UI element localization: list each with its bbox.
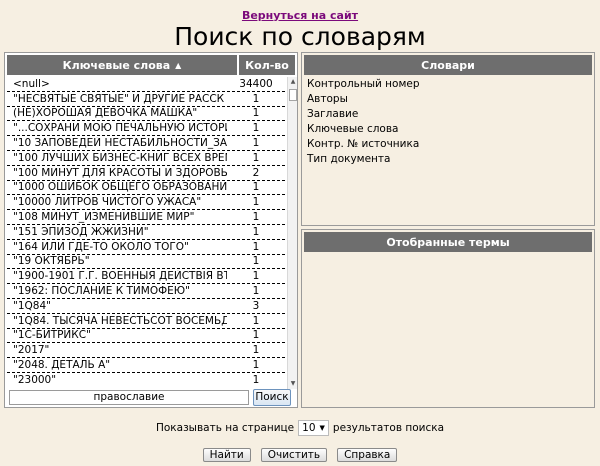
keyword-cell: "10000 ЛИТРОВ ЧИСТОГО УЖАСА" (13, 196, 202, 209)
count-cell: 1 (252, 151, 260, 164)
keyword-search-input[interactable]: православие (9, 390, 249, 405)
count-cell: 1 (252, 314, 260, 327)
per-page-select[interactable]: 10 ▼ (298, 420, 329, 436)
table-row[interactable]: "1С-БИТРИКС" 1 (7, 329, 285, 344)
table-row[interactable]: "23000" 1 (7, 373, 285, 387)
count-column-header[interactable]: Кол-во (239, 55, 295, 75)
count-cell: 1 (252, 255, 260, 268)
keyword-cell: "2048. ДЕТАЛЬ А" (13, 358, 111, 371)
dictionary-item[interactable]: Контр. № источника (307, 137, 420, 152)
table-row[interactable]: "100 МИНУТ ДЛЯ КРАСОТЫ И ЗДОРОВЬЯ 2 (7, 166, 285, 181)
back-to-site-link[interactable]: Вернуться на сайт (0, 9, 600, 22)
table-row[interactable]: "2017" 1 (7, 343, 285, 359)
scroll-thumb[interactable] (289, 89, 297, 101)
count-cell: 1 (252, 270, 260, 283)
count-cell: 1 (252, 210, 260, 223)
count-cell: 1 (252, 92, 260, 105)
dictionary-item[interactable]: Тип документа (307, 152, 420, 167)
count-cell: 1 (252, 344, 260, 357)
count-cell: 1 (252, 136, 260, 149)
search-button[interactable]: Поиск (253, 389, 291, 406)
table-row[interactable]: "19 ОКТЯБРЬ" 1 (7, 255, 285, 270)
table-row[interactable]: "164 ИЛИ ГДЕ-ТО ОКОЛО ТОГО" 1 (7, 240, 285, 255)
dictionary-item[interactable]: Авторы (307, 92, 420, 107)
count-cell: 2 (252, 166, 260, 179)
help-button[interactable]: Справка (337, 448, 398, 462)
keywords-panel: Ключевые слова ▲ Кол-во <null> 34400 "НЕСВ… (4, 52, 298, 408)
count-cell: 1 (252, 284, 260, 297)
table-row[interactable]: "151 ЭПИЗОД ЖЖИЗНИ" 1 (7, 225, 285, 240)
count-cell: 1 (252, 329, 260, 342)
keyword-cell: "19 ОКТЯБРЬ" (13, 255, 90, 268)
per-page-prefix: Показывать на странице (155, 422, 295, 434)
per-page-value: 10 (302, 422, 316, 434)
selected-terms-panel: Отобранные термы (301, 229, 595, 408)
table-row[interactable]: "1Q84" 3 (7, 299, 285, 314)
clear-button[interactable]: Очистить (260, 448, 328, 462)
find-button[interactable]: Найти (202, 448, 251, 462)
table-row[interactable]: "...СОХРАНИ МОЮ ПЕЧАЛЬНУЮ ИСТОРИ 1 (7, 121, 285, 137)
keyword-cell: "164 ИЛИ ГДЕ-ТО ОКОЛО ТОГО" (13, 240, 189, 253)
keyword-cell: "2017" (13, 344, 50, 357)
table-row[interactable]: <null> 34400 (7, 77, 285, 92)
keyword-cell: "1С-БИТРИКС" (13, 329, 91, 342)
keywords-column-label: Ключевые слова (62, 58, 171, 72)
dictionaries-list: Контрольный номер Авторы Заглавие Ключев… (307, 77, 420, 167)
keywords-list: <null> 34400 "НЕСВЯТЫЕ СВЯТЫЕ" И ДРУГИЕ РА… (7, 77, 285, 387)
table-row[interactable]: "НЕСВЯТЫЕ СВЯТЫЕ" И ДРУГИЕ РАССК 1 (7, 92, 285, 107)
keyword-cell: "1962: ПОСЛАНИЕ К ТИМОФЕЮ" (13, 284, 190, 297)
count-cell: 1 (252, 225, 260, 238)
count-cell: 34400 (239, 77, 273, 90)
table-row[interactable]: "2048. ДЕТАЛЬ А" 1 (7, 358, 285, 373)
count-cell: 1 (252, 358, 260, 371)
keyword-cell: "100 ЛУЧШИХ БИЗНЕС-КНИГ ВСЕХ ВРЕМ (13, 151, 227, 164)
keyword-cell: "1900-1901 Г.Г. ВОЕННЫЯ ДЕЙСТВІЯ ВЪ (13, 270, 227, 283)
count-cell: 1 (252, 196, 260, 209)
keywords-column-header[interactable]: Ключевые слова ▲ (7, 55, 237, 75)
action-buttons: Найти Очистить Справка (0, 448, 600, 462)
dictionaries-panel: Словари Контрольный номер Авторы Заглави… (301, 52, 595, 226)
dictionary-item[interactable]: Контрольный номер (307, 77, 420, 92)
page-title: Поиск по словарям (174, 22, 426, 51)
dictionary-item[interactable]: Заглавие (307, 107, 420, 122)
count-cell: 1 (252, 240, 260, 253)
table-row[interactable]: "1Q84. ТЫСЯЧА НЕВЕСТЬСОТ ВОСЕМЬД 1 (7, 314, 285, 329)
table-row[interactable]: "1000 ОШИБОК ОБЩЕГО ОБРАЗОВАНИЯ 1 (7, 181, 285, 196)
table-row[interactable]: "1900-1901 Г.Г. ВОЕННЫЯ ДЕЙСТВІЯ ВЪ 1 (7, 269, 285, 285)
dictionary-item[interactable]: Ключевые слова (307, 122, 420, 137)
keywords-scrollbar[interactable]: ▲ ▼ (287, 77, 297, 389)
count-cell: 1 (252, 122, 260, 135)
table-row[interactable]: "1962: ПОСЛАНИЕ К ТИМОФЕЮ" 1 (7, 284, 285, 299)
keyword-cell: "1000 ОШИБОК ОБЩЕГО ОБРАЗОВАНИЯ (13, 181, 227, 194)
table-row[interactable]: "100 ЛУЧШИХ БИЗНЕС-КНИГ ВСЕХ ВРЕМ 1 (7, 151, 285, 166)
keyword-cell: "100 МИНУТ ДЛЯ КРАСОТЫ И ЗДОРОВЬЯ (13, 166, 227, 179)
chevron-down-icon: ▼ (319, 424, 325, 432)
keyword-cell: "108 МИНУТ_ИЗМЕНИВШИЕ МИР" (13, 210, 195, 223)
sort-ascending-icon: ▲ (175, 60, 182, 70)
selected-terms-header: Отобранные термы (304, 232, 592, 252)
results-per-page: Показывать на странице 10 ▼ результатов … (0, 420, 600, 436)
keyword-cell: "151 ЭПИЗОД ЖЖИЗНИ" (13, 225, 149, 238)
dictionaries-header: Словари (304, 55, 592, 75)
keyword-cell: (НЕ)ХОРОШАЯ ДЕВОЧКА МАШКА" (13, 107, 198, 120)
count-cell: 1 (252, 107, 260, 120)
scroll-up-icon[interactable]: ▲ (288, 77, 298, 87)
table-row[interactable]: (НЕ)ХОРОШАЯ ДЕВОЧКА МАШКА" 1 (7, 107, 285, 122)
count-cell: 1 (252, 373, 260, 386)
keyword-cell: "1Q84. ТЫСЯЧА НЕВЕСТЬСОТ ВОСЕМЬД (13, 314, 227, 327)
count-cell: 3 (252, 299, 260, 312)
keyword-cell: "НЕСВЯТЫЕ СВЯТЫЕ" И ДРУГИЕ РАССК (13, 92, 225, 105)
keyword-cell: "...СОХРАНИ МОЮ ПЕЧАЛЬНУЮ ИСТОРИ (13, 122, 227, 135)
keyword-cell: "10 ЗАПОВЕДЕЙ НЕСТАБИЛЬНОСТИ_ЗА (13, 136, 227, 149)
table-row[interactable]: "108 МИНУТ_ИЗМЕНИВШИЕ МИР" 1 (7, 210, 285, 225)
scroll-down-icon[interactable]: ▼ (288, 379, 298, 389)
count-cell: 1 (252, 181, 260, 194)
keyword-cell: "1Q84" (13, 299, 51, 312)
keyword-cell: "23000" (13, 373, 57, 386)
keyword-cell: <null> (13, 77, 50, 90)
table-row[interactable]: "10 ЗАПОВЕДЕЙ НЕСТАБИЛЬНОСТИ_ЗА 1 (7, 136, 285, 151)
per-page-suffix: результатов поиска (332, 422, 445, 434)
table-row[interactable]: "10000 ЛИТРОВ ЧИСТОГО УЖАСА" 1 (7, 195, 285, 211)
